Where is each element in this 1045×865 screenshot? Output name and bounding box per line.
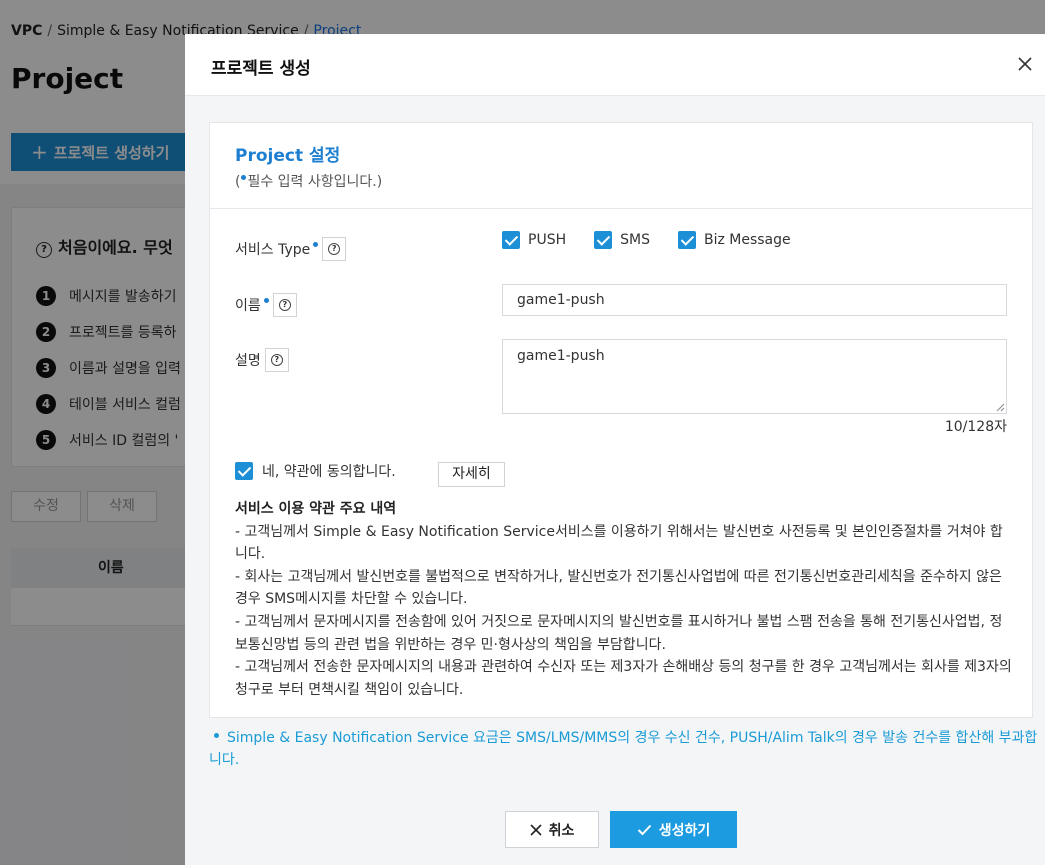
- agree-label: 네, 약관에 동의합니다.: [262, 464, 396, 480]
- agree-checkbox[interactable]: 네, 약관에 동의합니다.: [235, 461, 396, 481]
- resize-handle-icon[interactable]: [995, 402, 1005, 412]
- checkbox-push[interactable]: PUSH: [502, 231, 566, 249]
- close-icon: [530, 823, 542, 836]
- service-type-label-text: 서비스 Type: [235, 242, 311, 258]
- question-icon: ?: [278, 299, 291, 311]
- required-note-text: 필수 입력 사항입니다.): [247, 174, 383, 190]
- terms-item: - 고객님께서 전송한 문자메시지의 내용과 관련하여 수신자 또는 제3자가 …: [235, 659, 1012, 698]
- pricing-notice: Simple & Easy Notification Service 요금은 S…: [209, 727, 1039, 771]
- name-label: 이름 ?: [235, 293, 297, 317]
- char-counter: 10/128자: [944, 419, 1007, 435]
- required-dot-icon: [263, 297, 269, 303]
- required-note: ( 필수 입력 사항입니다.): [235, 171, 382, 191]
- modal-title: 프로젝트 생성: [211, 59, 311, 79]
- name-input[interactable]: [502, 284, 1007, 316]
- terms-title: 서비스 이용 약관 주요 내역: [235, 501, 397, 517]
- service-type-label: 서비스 Type ?: [235, 237, 347, 261]
- required-dot-icon: [241, 175, 247, 180]
- terms-item: - 고객님께서 문자메시지를 전송함에 있어 거짓으로 문자메시지의 발신번호를…: [235, 613, 1003, 653]
- name-label-text: 이름: [235, 298, 261, 314]
- checkbox-label: Biz Message: [703, 232, 791, 248]
- name-help-button[interactable]: ?: [272, 293, 297, 317]
- question-icon: ?: [328, 243, 341, 255]
- description-label-text: 설명: [235, 353, 261, 369]
- description-label: 설명 ?: [235, 348, 289, 372]
- checkbox-sms[interactable]: SMS: [594, 231, 650, 249]
- cancel-button[interactable]: 취소: [505, 811, 599, 848]
- divider: [210, 208, 1032, 209]
- description-textarea[interactable]: game1-push: [502, 339, 1007, 414]
- required-note-prefix: (: [235, 174, 241, 190]
- project-settings-card: Project 설정 ( 필수 입력 사항입니다.) 서비스 Type ? PUS…: [209, 122, 1033, 718]
- checkbox-checked-icon[interactable]: [594, 231, 613, 249]
- description-help-button[interactable]: ?: [264, 348, 289, 372]
- create-button[interactable]: 생성하기: [610, 811, 737, 848]
- checkbox-checked-icon[interactable]: [235, 462, 253, 480]
- terms-item: - 고객님께서 Simple & Easy Notification Servi…: [235, 523, 1003, 563]
- checkbox-biz-message[interactable]: Biz Message: [677, 231, 791, 249]
- check-icon: [637, 824, 651, 835]
- question-icon: ?: [270, 354, 283, 366]
- create-project-modal: 프로젝트 생성 Project 설정 ( 필수 입력 사항입니다.) 서비스 Ty…: [185, 34, 1045, 865]
- checkbox-checked-icon[interactable]: [677, 231, 696, 249]
- bullet-icon: [214, 733, 219, 738]
- create-button-label: 생성하기: [658, 822, 711, 839]
- modal-header: 프로젝트 생성: [185, 34, 1045, 96]
- checkbox-label: PUSH: [528, 232, 567, 248]
- required-dot-icon: [313, 241, 319, 247]
- close-icon[interactable]: [1017, 56, 1033, 72]
- terms-detail-button[interactable]: 자세히: [438, 462, 505, 487]
- terms-summary: 서비스 이용 약관 주요 내역 - 고객님께서 Simple & Easy No…: [235, 498, 1015, 701]
- checkbox-checked-icon[interactable]: [502, 231, 520, 249]
- terms-item: - 회사는 고객님께서 발신번호를 불법적으로 변작하거나, 발신번호가 전기통…: [235, 568, 1002, 608]
- section-title: Project 설정: [235, 146, 341, 166]
- checkbox-label: SMS: [620, 232, 650, 248]
- service-type-checkboxes: PUSH SMS Biz Message: [502, 231, 819, 249]
- service-type-help-button[interactable]: ?: [322, 237, 347, 261]
- pricing-notice-text: Simple & Easy Notification Service 요금은 S…: [209, 730, 1038, 768]
- cancel-button-label: 취소: [548, 822, 575, 839]
